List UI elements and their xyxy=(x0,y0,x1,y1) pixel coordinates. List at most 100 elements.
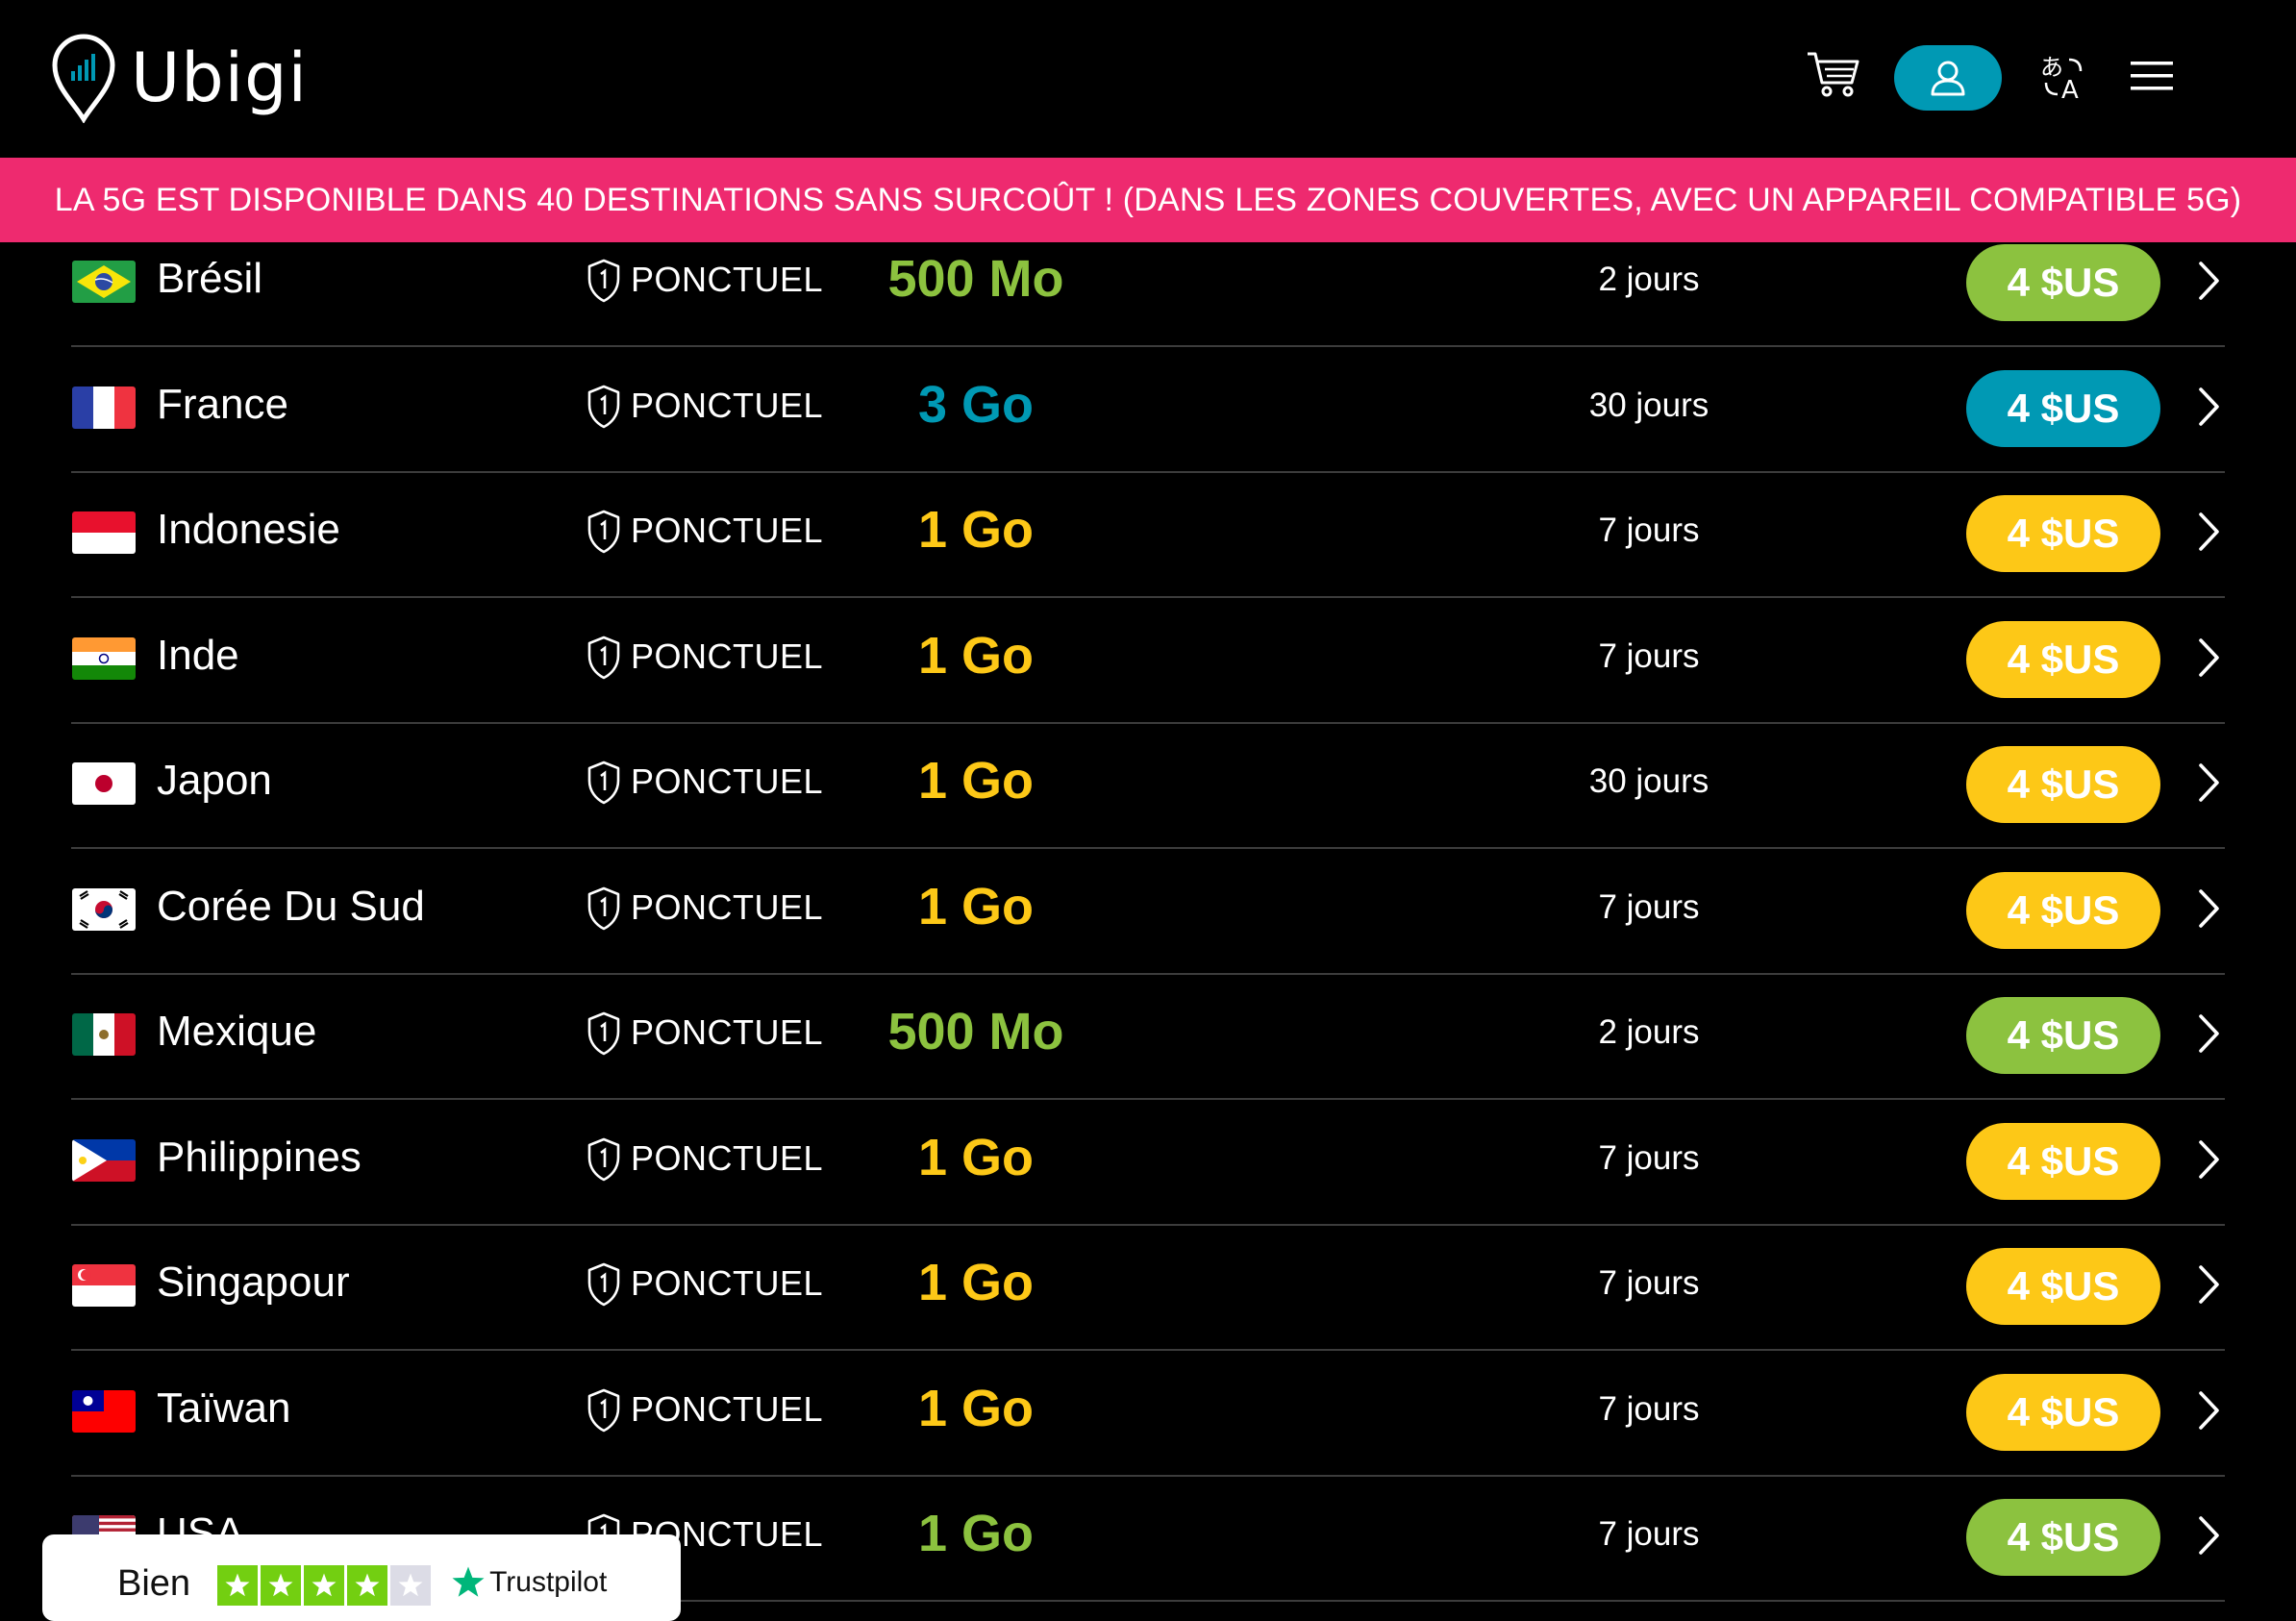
flag-mexico-icon xyxy=(72,1013,136,1056)
data-amount: 1 Go xyxy=(917,1379,1035,1437)
plan-type: PONCTUEL xyxy=(631,1388,824,1429)
data-amount: 1 Go xyxy=(917,752,1035,810)
plan-type: PONCTUEL xyxy=(631,1012,824,1052)
shield-icon xyxy=(587,761,620,805)
plan-list: Brésil PONCTUEL 500 Mo 2 jours 4 $US Fra… xyxy=(0,242,2296,1604)
plan-row[interactable]: Brésil PONCTUEL 500 Mo 2 jours 4 $US xyxy=(0,244,2296,369)
row-divider xyxy=(71,721,2225,724)
plan-duration: 7 jours xyxy=(1598,511,1700,549)
shield-icon xyxy=(587,886,620,930)
cart-icon[interactable] xyxy=(1806,50,1861,98)
data-amount: 1 Go xyxy=(917,1128,1035,1186)
country-name: France xyxy=(157,380,288,428)
shield-icon xyxy=(587,1262,620,1307)
trustpilot-star-icon xyxy=(347,1565,388,1606)
translate-icon[interactable]: あ A xyxy=(2040,54,2088,100)
chevron-right-icon[interactable] xyxy=(2194,260,2223,302)
flag-france-icon xyxy=(72,386,136,429)
data-amount: 500 Mo xyxy=(887,1003,1064,1060)
row-divider xyxy=(71,1098,2225,1100)
country-name: Brésil xyxy=(157,255,263,302)
trustpilot-brand-text: Trustpilot xyxy=(489,1566,608,1598)
trustpilot-widget[interactable]: Bien Trustpilot xyxy=(42,1534,681,1621)
svg-text:A: A xyxy=(2061,76,2079,100)
country-name: Corée Du Sud xyxy=(157,882,425,930)
ubigi-logo[interactable]: Ubigi xyxy=(50,33,308,123)
plan-row[interactable]: Japon PONCTUEL 1 Go 30 jours 4 $US xyxy=(0,746,2296,871)
chevron-right-icon[interactable] xyxy=(2194,1138,2223,1181)
row-divider xyxy=(71,470,2225,473)
plan-type: PONCTUEL xyxy=(631,385,824,425)
header: Ubigi あ A xyxy=(0,0,2296,158)
price-button[interactable]: 4 $US xyxy=(1966,495,2160,572)
price-button[interactable]: 4 $US xyxy=(1966,871,2160,949)
price-button[interactable]: 4 $US xyxy=(1966,620,2160,698)
price-button[interactable]: 4 $US xyxy=(1966,997,2160,1074)
plan-row[interactable]: Philippines PONCTUEL 1 Go 7 jours 4 $US xyxy=(0,1122,2296,1248)
row-divider xyxy=(71,596,2225,598)
brand-name: Ubigi xyxy=(131,38,308,117)
country-name: Singapour xyxy=(157,1259,350,1306)
data-amount: 1 Go xyxy=(917,1254,1035,1311)
trustpilot-logo-star-icon xyxy=(452,1566,485,1597)
svg-text:あ: あ xyxy=(2040,54,2063,81)
price-button[interactable]: 4 $US xyxy=(1966,1122,2160,1200)
plan-duration: 7 jours xyxy=(1598,887,1700,926)
plan-row[interactable]: France PONCTUEL 3 Go 30 jours 4 $US xyxy=(0,369,2296,495)
plan-row[interactable]: Singapour PONCTUEL 1 Go 7 jours 4 $US xyxy=(0,1248,2296,1373)
plan-row[interactable]: Inde PONCTUEL 1 Go 7 jours 4 $US xyxy=(0,620,2296,746)
row-divider xyxy=(71,345,2225,347)
chevron-right-icon[interactable] xyxy=(2194,511,2223,553)
location-pin-icon xyxy=(52,34,115,123)
row-divider xyxy=(71,847,2225,849)
plan-type: PONCTUEL xyxy=(631,511,824,550)
plan-row[interactable]: Taïwan PONCTUEL 1 Go 7 jours 4 $US xyxy=(0,1373,2296,1499)
chevron-right-icon[interactable] xyxy=(2194,1012,2223,1055)
chevron-right-icon[interactable] xyxy=(2194,386,2223,428)
plan-duration: 7 jours xyxy=(1598,1138,1700,1177)
flag-india-icon xyxy=(72,636,136,680)
plan-duration: 7 jours xyxy=(1598,1515,1700,1553)
trustpilot-star-icon xyxy=(261,1565,302,1606)
row-divider xyxy=(71,1349,2225,1351)
plan-type: PONCTUEL xyxy=(631,1263,824,1303)
chevron-right-icon[interactable] xyxy=(2194,636,2223,679)
country-name: Indonesie xyxy=(157,506,340,553)
flag-south-korea-icon xyxy=(72,887,136,931)
row-divider xyxy=(71,972,2225,975)
chevron-right-icon[interactable] xyxy=(2194,1263,2223,1306)
plan-row[interactable]: Mexique PONCTUEL 500 Mo 2 jours 4 $US xyxy=(0,997,2296,1122)
plan-row[interactable]: Indonesie PONCTUEL 1 Go 7 jours 4 $US xyxy=(0,495,2296,620)
country-name: Inde xyxy=(157,631,239,679)
country-name: Japon xyxy=(157,757,272,804)
5g-announcement-banner: LA 5G EST DISPONIBLE DANS 40 DESTINATION… xyxy=(0,158,2296,242)
chevron-right-icon[interactable] xyxy=(2194,761,2223,804)
row-divider xyxy=(71,1223,2225,1226)
country-name: Philippines xyxy=(157,1133,362,1181)
flag-taiwan-icon xyxy=(72,1389,136,1433)
price-button[interactable]: 4 $US xyxy=(1966,369,2160,447)
data-amount: 500 Mo xyxy=(887,250,1064,308)
price-button[interactable]: 4 $US xyxy=(1966,746,2160,823)
shield-icon xyxy=(587,1137,620,1181)
plan-type: PONCTUEL xyxy=(631,886,824,927)
chevron-right-icon[interactable] xyxy=(2194,1514,2223,1557)
plan-duration: 7 jours xyxy=(1598,636,1700,675)
price-button[interactable]: 4 $US xyxy=(1966,1248,2160,1325)
price-button[interactable]: 4 $US xyxy=(1966,1499,2160,1576)
plan-row[interactable]: Corée Du Sud PONCTUEL 1 Go 7 jours 4 $US xyxy=(0,871,2296,997)
plan-duration: 7 jours xyxy=(1598,1389,1700,1428)
price-button[interactable]: 4 $US xyxy=(1966,1373,2160,1451)
banner-text: LA 5G EST DISPONIBLE DANS 40 DESTINATION… xyxy=(54,181,2242,218)
chevron-right-icon[interactable] xyxy=(2194,887,2223,930)
flag-brazil-icon xyxy=(72,261,136,303)
price-button[interactable]: 4 $US xyxy=(1966,244,2160,321)
plan-type: PONCTUEL xyxy=(631,636,824,676)
plan-duration: 30 jours xyxy=(1588,386,1710,424)
shield-icon xyxy=(587,259,620,303)
account-button[interactable] xyxy=(1894,45,2002,111)
shield-icon xyxy=(587,1011,620,1056)
hamburger-menu-icon[interactable] xyxy=(2131,58,2173,94)
chevron-right-icon[interactable] xyxy=(2194,1389,2223,1432)
user-icon xyxy=(1931,61,1965,96)
